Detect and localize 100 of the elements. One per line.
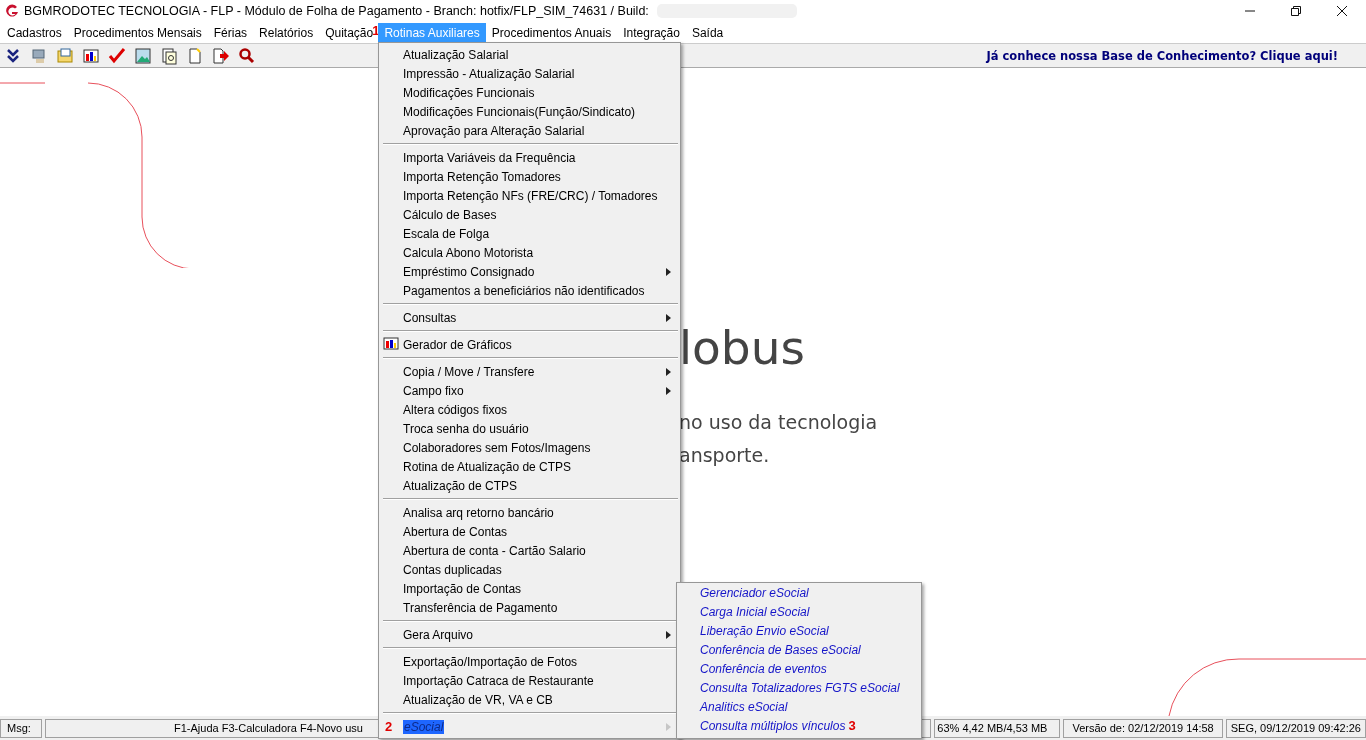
menu-item[interactable]: Abertura de Contas bbox=[379, 522, 680, 541]
annotation-number: 3 bbox=[848, 718, 856, 733]
menu-item-label: Modificações Funcionais bbox=[403, 85, 535, 100]
knowledge-base-link[interactable]: Já conhece nossa Base de Conhecimento? Clique aqui! bbox=[986, 48, 1338, 63]
menu-item[interactable]: Atualização Salarial bbox=[379, 45, 680, 64]
submenu-item[interactable]: Gerenciador eSocial bbox=[700, 585, 809, 600]
menu-item[interactable]: Calcula Abono Motorista bbox=[379, 243, 680, 262]
menu-item[interactable]: Importação Catraca de Restaurante bbox=[379, 671, 680, 690]
menu-bar-item[interactable]: Cadastros bbox=[1, 22, 68, 43]
brand-title: lobus bbox=[679, 319, 806, 377]
menu-item[interactable]: Gera Arquivo bbox=[379, 625, 680, 644]
menu-bar-item[interactable]: Relatórios bbox=[253, 22, 320, 43]
menu-item[interactable]: Consultas bbox=[379, 308, 680, 327]
menu-item[interactable]: Troca senha do usuário bbox=[379, 419, 680, 438]
tagline-text: no uso da tecnologia bbox=[679, 410, 879, 435]
date-time: SEG, 09/12/2019 09:42:26 bbox=[1225, 718, 1366, 738]
status-message: F1-Ajuda F3-Calculadora F4-Novo usu bbox=[174, 722, 363, 734]
menu-item[interactable]: Copia / Move / Transfere bbox=[379, 362, 680, 381]
menu-item[interactable]: Contas duplicadas bbox=[379, 560, 680, 579]
menu-item-label: Impressão - Atualização Salarial bbox=[403, 66, 575, 81]
menu-item[interactable]: Modificações Funcionais bbox=[379, 83, 680, 102]
submenu-item[interactable]: Liberação Envio eSocial bbox=[700, 623, 829, 638]
menu-item[interactable]: Escala de Folga bbox=[379, 224, 680, 243]
menu-item[interactable]: Importa Retenção NFs (FRE/CRC) / Tomadores bbox=[379, 186, 680, 205]
menu-item-label: Abertura de Contas bbox=[403, 524, 508, 539]
menu-item[interactable]: Gerador de Gráficos bbox=[379, 335, 680, 354]
menu-bar-item[interactable]: Férias bbox=[207, 22, 254, 43]
menu-item-label: Importa Variáveis da Frequência bbox=[403, 150, 576, 165]
menu-item[interactable]: Importa Retenção Tomadores bbox=[379, 167, 680, 186]
menu-item[interactable]: Cálculo de Bases bbox=[379, 205, 680, 224]
menu-item[interactable]: Pagamentos a beneficiários não identificados bbox=[379, 281, 680, 300]
menu-item-label: Altera códigos fixos bbox=[403, 402, 508, 417]
bar-chart-icon[interactable] bbox=[82, 46, 100, 65]
menu-item-label: Importa Retenção NFs (FRE/CRC) / Tomadores bbox=[403, 188, 658, 203]
menu-item-label: Colaboradores sem Fotos/Imagens bbox=[403, 440, 591, 455]
document-arrow-icon[interactable] bbox=[212, 46, 230, 65]
menu-item[interactable]: Campo fixo bbox=[379, 381, 680, 400]
submenu-item[interactable]: Carga Inicial eSocial bbox=[700, 604, 810, 619]
menu-item-label: Consultas bbox=[403, 310, 457, 325]
menu-bar-item[interactable]: Procedimentos Anuais bbox=[485, 22, 618, 43]
search-icon[interactable] bbox=[238, 46, 256, 65]
menu-item[interactable]: Atualização de CTPS bbox=[379, 476, 680, 495]
document-icon[interactable] bbox=[186, 46, 204, 65]
submenu-item[interactable]: Analitics eSocial bbox=[700, 699, 788, 714]
menu-item-label: Atualização de CTPS bbox=[403, 478, 518, 493]
annotation-number: 1 bbox=[372, 23, 380, 38]
menu-item-label: Transferência de Pagamento bbox=[403, 600, 558, 615]
menu-item[interactable]: 2 eSocial bbox=[379, 717, 680, 736]
menu-item[interactable]: Importa Variáveis da Frequência bbox=[379, 148, 680, 167]
menu-item[interactable]: Importação de Contas bbox=[379, 579, 680, 598]
submenu-arrow-icon bbox=[666, 368, 671, 376]
menu-item[interactable]: Rotina de Atualização de CTPS bbox=[379, 457, 680, 476]
menu-item-label: Aprovação para Alteração Salarial bbox=[403, 123, 585, 138]
submenu-arrow-icon bbox=[666, 387, 671, 395]
submenu-arrow-icon bbox=[666, 631, 671, 639]
menu-item[interactable]: Transferência de Pagamento bbox=[379, 598, 680, 617]
submenu-arrow-icon bbox=[666, 314, 671, 322]
window-title: BGMRODOTEC TECNOLOGIA - FLP - Módulo de Folha de Pagamento - Branch: hotfix/FLP_SIM_74631 / Build: bbox=[24, 4, 649, 18]
double-down-arrow-icon[interactable] bbox=[4, 46, 22, 65]
menu-item[interactable]: Altera códigos fixos bbox=[379, 400, 680, 419]
menu-item-label: Pagamentos a beneficiários não identificados bbox=[403, 283, 645, 298]
menu-item[interactable]: Empréstimo Consignado bbox=[379, 262, 680, 281]
submenu-item[interactable]: Conferência de eventos bbox=[700, 661, 827, 676]
tagline-text: ansporte. bbox=[679, 443, 771, 468]
computer-icon[interactable] bbox=[30, 46, 48, 65]
checkmark-icon[interactable] bbox=[108, 46, 126, 65]
menu-item[interactable]: Aprovação para Alteração Salarial bbox=[379, 121, 680, 140]
window-icon[interactable] bbox=[56, 46, 74, 65]
menu-item[interactable]: Exportação/Importação de Fotos bbox=[379, 652, 680, 671]
menu-item[interactable]: Modificações Funcionais(Função/Sindicato) bbox=[379, 102, 680, 121]
menu-item[interactable]: Impressão - Atualização Salarial bbox=[379, 64, 680, 83]
submenu-item[interactable]: Consulta Totalizadores FGTS eSocial bbox=[700, 680, 900, 695]
status-label: Msg: bbox=[0, 718, 42, 738]
menu-item-label: Gera Arquivo bbox=[403, 627, 474, 642]
menu-item-label: Cálculo de Bases bbox=[403, 207, 497, 222]
close-icon[interactable] bbox=[1336, 5, 1348, 17]
bar-chart-icon bbox=[383, 337, 399, 351]
menu-item[interactable]: Atualização de VR, VA e CB bbox=[379, 690, 680, 709]
menu-item[interactable]: Analisa arq retorno bancário bbox=[379, 503, 680, 522]
menu-item[interactable]: Abertura de conta - Cartão Salario bbox=[379, 541, 680, 560]
submenu-item[interactable]: Conferência de Bases eSocial bbox=[700, 642, 861, 657]
menu-item-label: Importação de Contas bbox=[403, 581, 522, 596]
menu-item-label: Troca senha do usuário bbox=[403, 421, 529, 436]
submenu-item[interactable]: Consulta múltiplos vínculos bbox=[700, 718, 846, 733]
app-logo-icon bbox=[4, 3, 20, 19]
menu-item-label: Empréstimo Consignado bbox=[403, 264, 535, 279]
menu-item[interactable]: Colaboradores sem Fotos/Imagens bbox=[379, 438, 680, 457]
menu-item-label: eSocial bbox=[403, 719, 445, 734]
menu-bar-item[interactable]: Procedimentos Mensais bbox=[67, 22, 208, 43]
menu-bar-item[interactable]: Saída bbox=[685, 22, 730, 43]
restore-icon[interactable] bbox=[1290, 5, 1302, 17]
menu-item-label: Importa Retenção Tomadores bbox=[403, 169, 561, 184]
menu-bar-item[interactable]: Integração bbox=[617, 22, 686, 43]
menu-item-label: Gerador de Gráficos bbox=[403, 337, 512, 352]
picture-frame-icon[interactable] bbox=[134, 46, 152, 65]
menu-item-label: Analisa arq retorno bancário bbox=[403, 505, 554, 520]
menu-item-label: Exportação/Importação de Fotos bbox=[403, 654, 578, 669]
document-gear-icon[interactable] bbox=[160, 46, 178, 65]
menu-item-label: Abertura de conta - Cartão Salario bbox=[403, 543, 586, 558]
menu-item-label: Copia / Move / Transfere bbox=[403, 364, 535, 379]
